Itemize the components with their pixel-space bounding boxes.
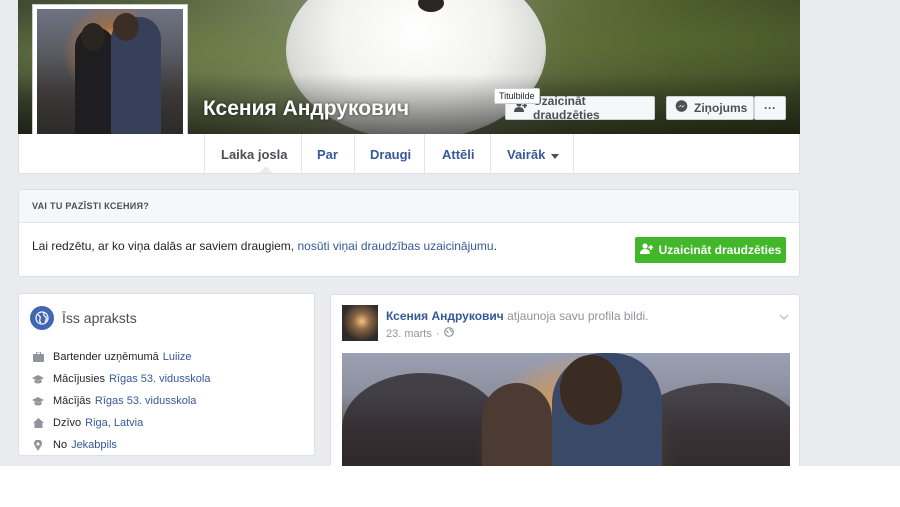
ellipsis-icon: ··· — [764, 101, 776, 115]
add-friend-icon — [639, 243, 653, 257]
intro-item-text: Mācījās — [53, 395, 91, 407]
post-author-avatar[interactable] — [342, 305, 378, 341]
intro-item-link[interactable]: Rīgas 53. vidusskola — [95, 395, 197, 407]
intro-title: Īss apraksts — [62, 310, 137, 326]
friend-suggestion-header: VAI TU PAZĪSTI КСЕНИЯ? — [19, 190, 799, 223]
intro-item-link[interactable]: Riga, Latvia — [85, 417, 143, 429]
profile-page: Ксения Андрукович Uzaicināt draudzēties … — [0, 0, 900, 466]
tab-label: Attēli — [442, 146, 475, 162]
friend-suggestion-body: Lai redzētu, ar ko viņa dalās ar saviem … — [32, 239, 295, 253]
message-label: Ziņojums — [694, 101, 748, 115]
more-options-button[interactable]: ··· — [754, 96, 786, 120]
tab-about[interactable]: Par — [302, 134, 355, 174]
briefcase-icon — [31, 352, 45, 362]
intro-item-text: Dzīvo — [53, 417, 82, 429]
profile-name[interactable]: Ксения Андрукович — [203, 97, 409, 121]
friend-suggestion-text: Lai redzētu, ar ko viņa dalās ar saviem … — [32, 239, 497, 253]
photo-tree — [342, 373, 502, 466]
intro-item-link[interactable]: Jekabpils — [71, 439, 117, 451]
photo-head — [560, 355, 622, 425]
intro-item-link[interactable]: Luiize — [163, 351, 192, 363]
profile-picture-head — [81, 23, 105, 51]
list-item: Bartender uzņēmumā Luiize — [31, 346, 210, 368]
intro-item-text: Bartender uzņēmumā — [53, 351, 159, 363]
location-pin-icon — [31, 439, 45, 451]
photo-figure — [482, 383, 552, 466]
active-tab-indicator — [259, 166, 273, 173]
list-item: Dzīvo Riga, Latvia — [31, 412, 210, 434]
audience-icon[interactable] — [443, 327, 454, 340]
list-item: No Jekabpils — [31, 434, 210, 456]
timeline-post: Ксения Андрукович atjaunoja savu profila… — [330, 294, 800, 466]
profile-picture-image — [37, 9, 183, 153]
profile-tabs: Laika josla Par Draugi Attēli Vairāk — [18, 134, 800, 174]
send-friend-request-link[interactable]: nosūti viņai draudzības uzaicinājumu — [297, 239, 493, 253]
intro-list: Bartender uzņēmumā Luiize Mācījusies Rīg… — [31, 346, 210, 456]
blank-area — [0, 466, 900, 507]
chevron-down-icon[interactable] — [779, 307, 789, 325]
intro-item-text: Mācījusies — [53, 373, 105, 385]
list-item: Mācījusies Rīgas 53. vidusskola — [31, 368, 210, 390]
post-photo[interactable] — [342, 353, 790, 466]
messenger-icon — [675, 100, 688, 116]
post-action-text: atjaunoja savu profila bildi. — [507, 309, 649, 323]
post-separator: · — [435, 327, 440, 340]
intro-header: Īss apraksts — [30, 306, 137, 330]
message-button[interactable]: Ziņojums — [666, 96, 754, 120]
tab-more[interactable]: Vairāk — [491, 134, 574, 174]
list-item: Mācījās Rīgas 53. vidusskola — [31, 390, 210, 412]
graduation-cap-icon — [31, 396, 45, 406]
add-friend-green-label: Uzaicināt draudzēties — [658, 243, 782, 257]
tab-label: Laika josla — [221, 146, 288, 162]
caret-down-icon — [551, 147, 560, 162]
cover-tooltip: Titulbilde — [494, 88, 540, 104]
tab-label: Par — [317, 146, 338, 162]
intro-card: Īss apraksts Bartender uzņēmumā Luiize M… — [18, 293, 315, 456]
tab-label: Vairāk — [507, 146, 546, 162]
globe-icon — [30, 306, 54, 330]
profile-picture-head — [113, 13, 139, 41]
post-meta: 23. marts · — [386, 327, 454, 340]
tab-timeline[interactable]: Laika josla — [204, 134, 302, 174]
tab-photos[interactable]: Attēli — [425, 134, 491, 174]
graduation-cap-icon — [31, 374, 45, 384]
friend-suggestion-card: VAI TU PAZĪSTI КСЕНИЯ? Lai redzētu, ar k… — [18, 189, 800, 277]
add-friend-label: Uzaicināt draudzēties — [533, 94, 600, 122]
friend-suggestion-suffix: . — [493, 239, 497, 253]
post-headline: Ксения Андрукович atjaunoja savu profila… — [386, 309, 649, 323]
intro-item-link[interactable]: Rīgas 53. vidusskola — [109, 373, 211, 385]
intro-item-text: No — [53, 439, 68, 451]
post-author-link[interactable]: Ксения Андрукович — [386, 309, 504, 323]
add-friend-green-button[interactable]: Uzaicināt draudzēties — [635, 237, 786, 263]
home-icon — [31, 418, 45, 428]
tab-label: Draugi — [370, 146, 412, 162]
tab-friends[interactable]: Draugi — [355, 134, 425, 174]
post-date[interactable]: 23. marts — [386, 328, 432, 340]
